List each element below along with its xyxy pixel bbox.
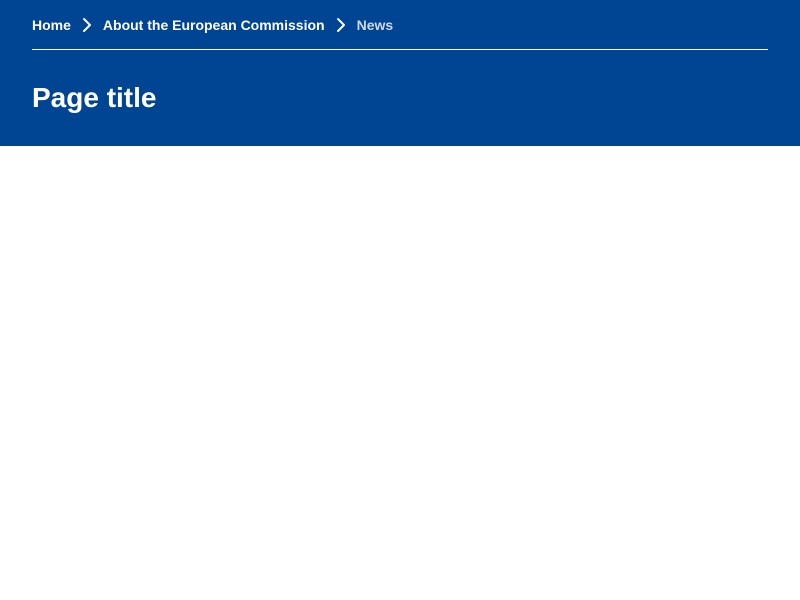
main-content (0, 146, 800, 600)
page-title: Page title (32, 82, 157, 113)
chevron-right-icon (71, 15, 103, 35)
chevron-right-icon (325, 15, 357, 35)
breadcrumb-list: Home About the European Commission News (32, 0, 393, 50)
breadcrumb-item-home[interactable]: Home (32, 17, 71, 33)
breadcrumb-item-current: News (356, 16, 394, 33)
breadcrumb: Home About the European Commission News (32, 0, 768, 50)
breadcrumb-item-about[interactable]: About the European Commission (103, 17, 325, 33)
page-header: Home About the European Commission News … (0, 0, 800, 146)
